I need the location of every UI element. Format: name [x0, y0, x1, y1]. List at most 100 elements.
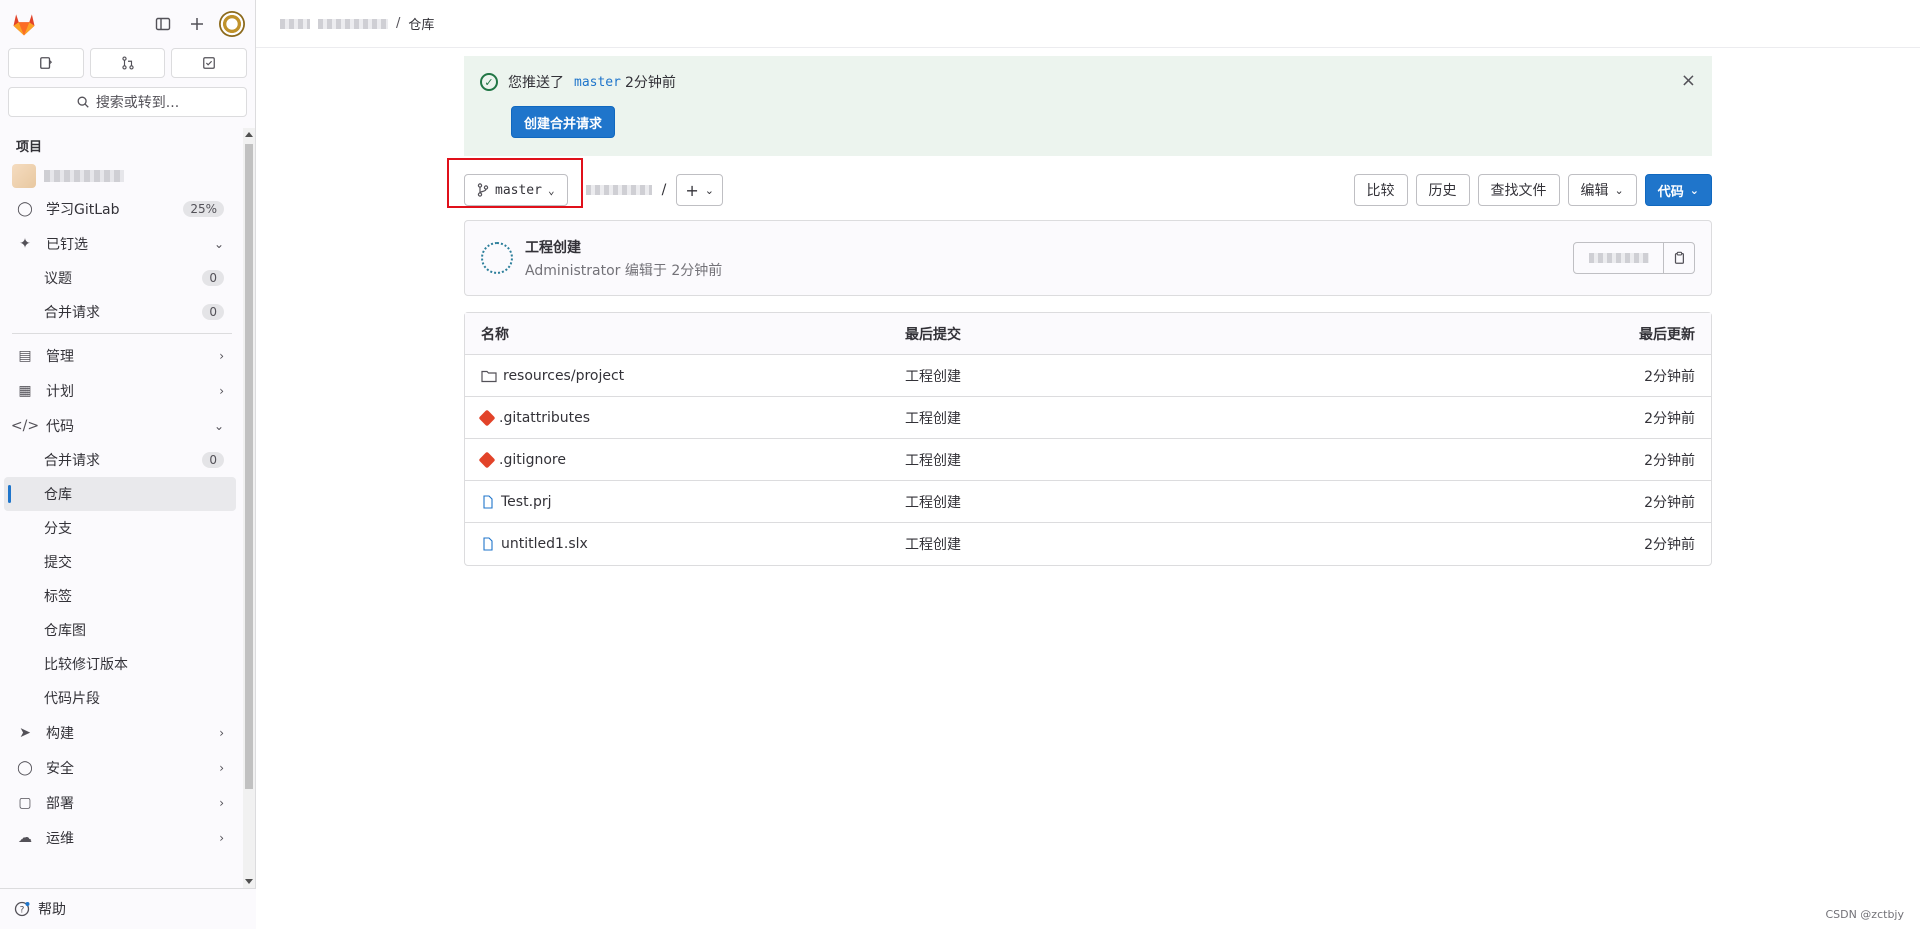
- find-file-button[interactable]: 查找文件: [1477, 174, 1560, 206]
- file-name[interactable]: untitled1.slx: [501, 536, 588, 552]
- git-icon: [478, 409, 496, 426]
- column-name: 名称: [465, 313, 889, 355]
- copy-icon[interactable]: [1664, 243, 1694, 273]
- search-icon: [77, 96, 89, 108]
- sidebar-item-plan[interactable]: ▦ 计划 ›: [4, 373, 236, 408]
- users-icon: ▤: [18, 347, 32, 364]
- gitlab-logo-icon[interactable]: [10, 10, 38, 38]
- file-name[interactable]: Test.prj: [501, 494, 552, 510]
- help-button[interactable]: ? 帮助: [0, 888, 256, 929]
- file-updated: 2分钟前: [1300, 397, 1711, 439]
- count-badge: 0: [202, 270, 224, 286]
- sidebar-item-compare[interactable]: 比较修订版本: [4, 647, 236, 681]
- add-to-tree-button[interactable]: + ⌄: [676, 174, 723, 206]
- plus-icon[interactable]: [183, 10, 211, 38]
- commit-title[interactable]: 工程创建: [525, 237, 722, 257]
- table-row[interactable]: Test.prj 工程创建 2分钟前: [465, 481, 1711, 523]
- history-button[interactable]: 历史: [1415, 174, 1470, 206]
- project-avatar: [12, 164, 36, 188]
- chevron-right-icon: ›: [219, 760, 224, 775]
- commit-meta: Administrator 编辑于 2分钟前: [525, 262, 723, 279]
- create-merge-request-button[interactable]: 创建合并请求: [511, 106, 616, 138]
- edit-button[interactable]: 编辑 ⌄: [1567, 174, 1637, 206]
- sidebar-item-commits[interactable]: 提交: [4, 545, 236, 579]
- chevron-right-icon: ›: [219, 348, 224, 363]
- sidebar-item-snippets[interactable]: 代码片段: [4, 681, 236, 715]
- file-commit[interactable]: 工程创建: [889, 523, 1300, 565]
- sidebar-item-merge-requests[interactable]: 合并请求 0: [4, 443, 236, 477]
- section-title: 项目: [16, 140, 43, 155]
- path-project-name[interactable]: [585, 185, 652, 195]
- compare-button[interactable]: 比较: [1353, 174, 1408, 206]
- sidebar-item-repository-graph[interactable]: 仓库图: [4, 613, 236, 647]
- sidebar-item-repository[interactable]: 仓库: [4, 477, 236, 511]
- breadcrumb: / 仓库: [256, 0, 1920, 48]
- search-button[interactable]: 搜索或转到...: [8, 87, 247, 117]
- sidebar-nav: 项目 ◯ 学习GitLab 25% ✦ 已钉选 ⌄ 议题 0 合并请求 0 ▤ 管理 › ▦ 计划…: [0, 128, 244, 888]
- commit-author-avatar[interactable]: [481, 242, 513, 274]
- chevron-right-icon: ›: [219, 383, 224, 398]
- table-row[interactable]: .gitattributes 工程创建 2分钟前: [465, 397, 1711, 439]
- chevron-right-icon: ›: [219, 725, 224, 740]
- chevron-down-icon: ⌄: [213, 418, 224, 433]
- breadcrumb-group[interactable]: [280, 18, 310, 29]
- count-badge: 0: [202, 304, 224, 320]
- lightbulb-icon: ◯: [17, 200, 33, 217]
- file-icon: [483, 494, 493, 509]
- merge-requests-shortcut-button[interactable]: [89, 48, 166, 78]
- sidebar-item-tags[interactable]: 标签: [4, 579, 236, 613]
- sidebar-item-manage[interactable]: ▤ 管理 ›: [4, 338, 236, 373]
- sidebar-item-secure[interactable]: ◯ 安全 ›: [4, 750, 236, 785]
- sidebar-item-operate[interactable]: ☁ 运维 ›: [4, 820, 236, 855]
- sidebar-item-code[interactable]: </> 代码 ⌄: [4, 408, 236, 443]
- folder-icon: [481, 370, 497, 382]
- file-name[interactable]: .gitattributes: [499, 410, 590, 426]
- scroll-up-arrow-icon[interactable]: [245, 132, 253, 137]
- table-row[interactable]: .gitignore 工程创建 2分钟前: [465, 439, 1711, 481]
- divider: [12, 333, 232, 334]
- code-label: 代码: [1657, 184, 1684, 200]
- todo-shortcut-button[interactable]: [171, 48, 248, 78]
- alert-branch[interactable]: master: [574, 75, 621, 90]
- sidebar-item-learn-gitlab[interactable]: ◯ 学习GitLab 25%: [4, 191, 236, 226]
- user-avatar[interactable]: [219, 11, 245, 37]
- shield-icon: ◯: [17, 759, 33, 776]
- sidebar-item-build[interactable]: ➤ 构建 ›: [4, 715, 236, 750]
- collapse-sidebar-icon[interactable]: [149, 10, 177, 38]
- breadcrumb-current[interactable]: 仓库: [408, 14, 434, 33]
- file-name[interactable]: resources/project: [503, 368, 624, 384]
- plus-icon: +: [685, 180, 699, 200]
- code-button[interactable]: 代码 ⌄: [1644, 174, 1712, 206]
- file-commit[interactable]: 工程创建: [889, 397, 1300, 439]
- sidebar-item-pinned[interactable]: ✦ 已钉选 ⌄: [4, 226, 236, 261]
- issues-icon: [39, 57, 52, 69]
- table-row[interactable]: resources/project 工程创建 2分钟前: [465, 355, 1711, 397]
- sidebar-scrollbar[interactable]: [243, 128, 255, 888]
- file-commit[interactable]: 工程创建: [889, 439, 1300, 481]
- project-name: [44, 170, 124, 182]
- column-last-commit: 最后提交: [889, 313, 1300, 355]
- file-name[interactable]: .gitignore: [499, 452, 566, 468]
- scroll-down-arrow-icon[interactable]: [245, 879, 253, 884]
- table-row[interactable]: untitled1.slx 工程创建 2分钟前: [465, 523, 1711, 565]
- chevron-down-icon: ⌄: [213, 236, 224, 251]
- last-commit-panel: 工程创建 Administrator 编辑于 2分钟前: [464, 220, 1712, 296]
- breadcrumb-project[interactable]: [318, 18, 388, 29]
- scrollbar-thumb[interactable]: [245, 144, 253, 789]
- deployments-icon: ▢: [18, 794, 32, 811]
- file-commit[interactable]: 工程创建: [889, 355, 1300, 397]
- project-link[interactable]: [0, 161, 244, 191]
- close-icon[interactable]: ×: [1681, 70, 1696, 91]
- issues-shortcut-button[interactable]: [8, 48, 84, 78]
- sidebar-item-branches[interactable]: 分支: [4, 511, 236, 545]
- commit-sha[interactable]: [1574, 243, 1664, 273]
- cloud-gear-icon: ☁: [18, 829, 32, 846]
- sidebar: 搜索或转到... 项目 ◯ 学习GitLab 25% ✦ 已钉选 ⌄ 议题 0 合并请求 0…: [0, 0, 256, 929]
- sidebar-item-deploy[interactable]: ▢ 部署 ›: [4, 785, 236, 820]
- sidebar-item-issues[interactable]: 议题 0: [4, 261, 236, 295]
- sidebar-item-pinned-merge-requests[interactable]: 合并请求 0: [4, 295, 236, 329]
- code-icon: </>: [10, 417, 40, 434]
- file-commit[interactable]: 工程创建: [889, 481, 1300, 523]
- question-icon: ?: [14, 901, 30, 917]
- quick-actions: [0, 48, 255, 78]
